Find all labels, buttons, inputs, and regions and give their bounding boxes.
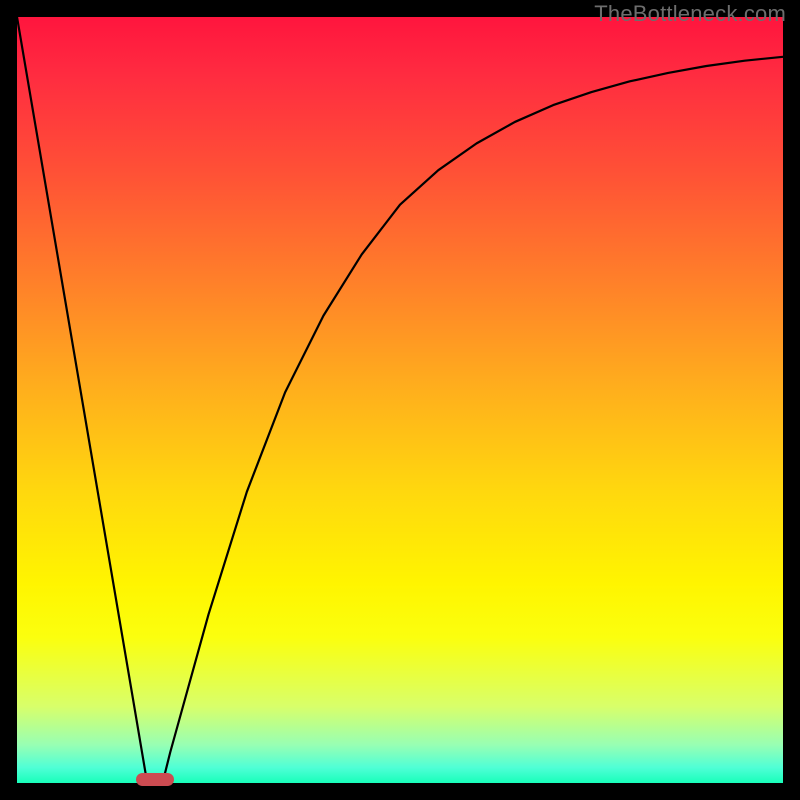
chart-min-marker (136, 773, 174, 786)
watermark-text: TheBottleneck.com (594, 1, 786, 27)
chart-plot-area (17, 17, 783, 783)
chart-curve (17, 17, 783, 783)
chart-frame: TheBottleneck.com (0, 0, 800, 800)
chart-curve-layer (17, 17, 783, 783)
